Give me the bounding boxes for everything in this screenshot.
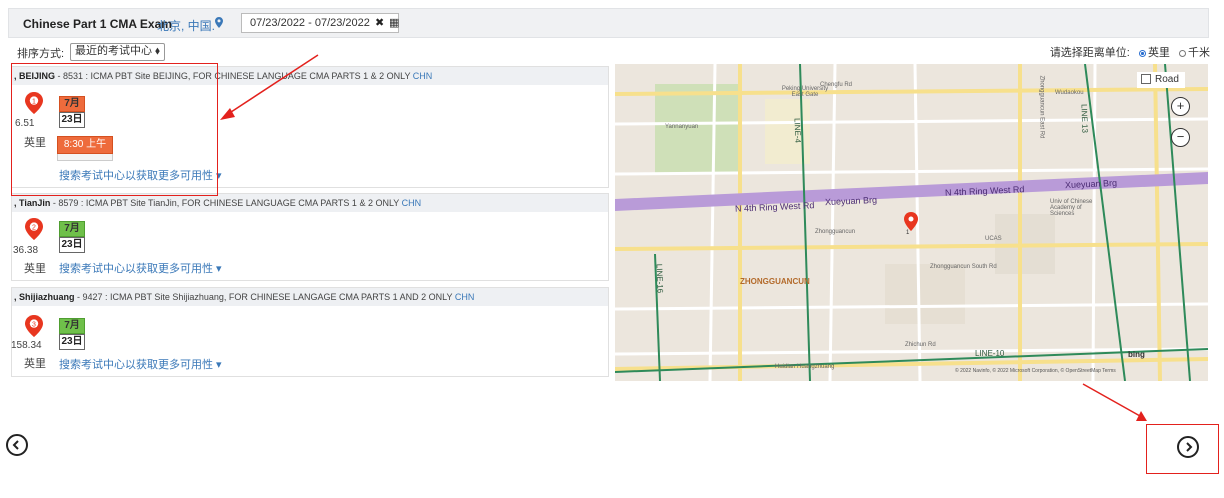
date-month: 7月 [59,221,85,237]
location-link[interactable]: 北京, 中国. [157,17,215,34]
zoom-in-button[interactable]: + [1171,97,1190,116]
test-center-card[interactable]: , Shijiazhuang - 9427 : ICMA PBT Site Sh… [11,287,609,377]
chevron-left-icon [12,440,19,450]
map-label-line10: LINE-10 [975,349,1005,358]
center-country: CHN [454,292,475,302]
map-label-line13: LINE 13 [1079,103,1090,134]
search-header: Chinese Part 1 CMA Exam 北京, 中国. 07/23/20… [8,8,1209,38]
map-canvas[interactable] [615,64,1208,381]
map-label-district: ZHONGGUANCUN [740,277,810,286]
map-marker-number: 1 [906,230,910,236]
distance-unit-selector: 请选择距离单位: 英里 千米 [1050,44,1210,60]
distance-unit: 英里 [24,263,46,275]
unit-miles-label[interactable]: 英里 [1148,47,1170,59]
distance-unit: 英里 [24,358,46,370]
map-label-line4: LINE-4 [792,117,803,144]
map-pin-icon[interactable] [215,17,223,31]
map-label-university: Univ of Chinese Academy of Sciences [1050,199,1093,217]
date-badge[interactable]: 7月 23日 [59,318,85,350]
zoom-out-button[interactable]: − [1171,128,1190,147]
arrow-to-next [1082,383,1141,417]
marker-number: 3 [32,322,36,329]
map-layer-label: Road [1155,74,1179,85]
date-month: 7月 [59,318,85,334]
center-description: - 8579 : ICMA PBT Site TianJin, FOR CHIN… [50,198,402,208]
date-badge[interactable]: 7月 23日 [59,221,85,253]
calendar-icon[interactable]: ▦ [389,16,399,29]
map-label-zhichun: Zhichun Rd [905,342,936,348]
distance-value: 36.38 [13,245,39,256]
next-page-button[interactable] [1177,436,1199,458]
distance-unit-label: 请选择距离单位: [1049,47,1130,59]
chevron-right-icon [1186,442,1193,452]
map-label-zhongguancun: Zhongguancun [815,229,856,235]
marker-number: 2 [32,225,36,232]
sort-select[interactable]: 最近的考试中心 ⬧ [70,43,166,61]
map-label-zgc-south: Zhongguancun South Rd [930,264,997,270]
sort-label: 排序方式: [17,48,65,60]
center-city: , TianJin [14,198,51,208]
date-day: 23日 [59,334,85,350]
map-marker-icon[interactable]: 3 [25,315,43,337]
clear-date-icon[interactable]: ✖ [375,16,384,29]
highlight-box-result [11,63,218,196]
map-label-yannanyuan: Yannanyuan [665,124,699,130]
test-center-header: , Shijiazhuang - 9427 : ICMA PBT Site Sh… [12,288,608,306]
center-country: CHN [412,71,433,81]
map-label-line16: LINE-16 [654,263,665,294]
exam-title: Chinese Part 1 CMA Exam [23,17,172,31]
center-country: CHN [401,198,422,208]
test-center-card[interactable]: , TianJin - 8579 : ICMA PBT Site TianJin… [11,193,609,281]
map-label-ucas: UCAS [985,236,1002,242]
map-label-chengfu: Chengfu Rd [820,82,853,88]
map-label-wudaokou: Wudaokou [1055,90,1084,96]
more-availability-link[interactable]: 搜索考试中心以获取更多可用性 ▾ [59,356,222,372]
arrow-head-next-icon [1136,411,1147,421]
map-copyright[interactable]: © 2022 Navinfo, © 2022 Microsoft Corpora… [955,368,1116,374]
map-label-haidian: Haidian Huangzhuang [775,364,835,370]
center-city: , Shijiazhuang [14,292,75,302]
map-marker-icon[interactable]: 2 [25,218,43,240]
unit-km-radio[interactable] [1179,49,1186,57]
date-day: 23日 [59,237,85,253]
distance-value: 158.34 [11,340,42,351]
more-availability-link[interactable]: 搜索考试中心以获取更多可用性 ▾ [59,260,222,276]
map-layer-button[interactable]: Road [1137,72,1185,88]
map-view[interactable]: N 4th Ring West Rd Xueyuan Brg N 4th Rin… [615,64,1208,381]
map-label-zgc-east: Zhongguancun East Rd [1038,75,1045,139]
layer-checkbox-icon [1141,74,1151,85]
unit-km-label[interactable]: 千米 [1188,47,1210,59]
test-center-header: , TianJin - 8579 : ICMA PBT Site TianJin… [12,194,608,212]
center-description: - 9427 : ICMA PBT Site Shijiazhuang, FOR… [74,292,455,302]
unit-miles-radio[interactable] [1138,49,1146,57]
prev-page-button[interactable] [6,434,28,456]
map-provider-logo: bing [1128,350,1145,359]
